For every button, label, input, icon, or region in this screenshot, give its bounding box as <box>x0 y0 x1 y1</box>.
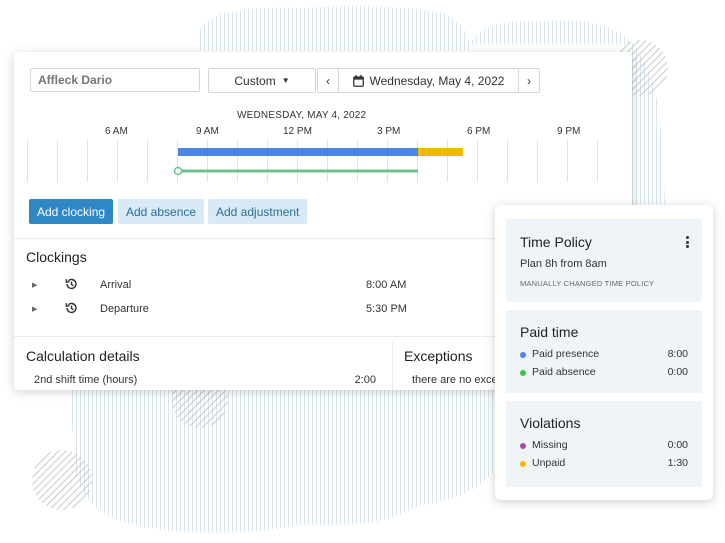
exceptions-text: there are no exce <box>412 374 498 386</box>
add-absence-button[interactable]: Add absence <box>118 199 205 224</box>
legend-dot <box>520 352 526 358</box>
expand-caret-icon[interactable]: ▶ <box>32 305 37 313</box>
calculation-value: 2:00 <box>354 374 376 386</box>
violation-value: 0:00 <box>667 439 688 451</box>
overtime-bar <box>418 148 463 156</box>
range-select-label: Custom <box>234 73 276 88</box>
clocking-time: 8:00 AM <box>366 279 407 291</box>
calendar-icon <box>352 74 364 87</box>
paid-time-box: Paid time Paid presence 8:00 Paid absenc… <box>506 310 702 393</box>
history-icon[interactable] <box>64 301 78 315</box>
timeline-chart <box>27 140 598 182</box>
prev-day-button[interactable]: ‹ <box>318 69 339 92</box>
paid-time-label: Paid absence <box>532 366 596 378</box>
time-policy-description: Plan 8h from 8am <box>520 258 607 270</box>
time-policy-title: Time Policy <box>520 234 592 250</box>
violation-value: 1:30 <box>667 457 688 469</box>
add-adjustment-button[interactable]: Add adjustment <box>208 199 308 224</box>
paid-time-value: 0:00 <box>667 366 688 378</box>
range-select[interactable]: Custom ▼ <box>208 68 316 93</box>
legend-dot <box>520 461 526 467</box>
violation-row: Missing 0:00 <box>520 439 688 453</box>
calculation-details-title: Calculation details <box>26 348 140 364</box>
date-navigator: ‹ Wednesday, May 4, 2022 › <box>317 68 540 93</box>
legend-dot <box>520 443 526 449</box>
add-clocking-button[interactable]: Add clocking <box>29 199 114 224</box>
history-icon[interactable] <box>64 277 78 291</box>
violation-label: Unpaid <box>532 457 566 469</box>
hour-label: 6 PM <box>467 126 491 137</box>
paid-time-row: Paid absence 0:00 <box>520 366 688 380</box>
expand-caret-icon[interactable]: ▶ <box>32 281 37 289</box>
violations-title: Violations <box>520 415 581 431</box>
employee-search-input[interactable] <box>30 68 200 92</box>
calculation-row: 2nd shift time (hours) 2:00 <box>34 374 376 386</box>
column-divider <box>392 342 393 390</box>
clocking-time: 5:30 PM <box>366 303 407 315</box>
hour-label: 3 PM <box>377 126 401 137</box>
paid-time-value: 8:00 <box>667 348 688 360</box>
more-options-icon[interactable] <box>686 236 690 250</box>
date-picker-button[interactable]: Wednesday, May 4, 2022 <box>339 74 518 88</box>
timeline-date-label: WEDNESDAY, MAY 4, 2022 <box>237 110 367 121</box>
hour-label: 12 PM <box>283 126 312 137</box>
summary-panel: Time Policy Plan 8h from 8am MANUALLY CH… <box>495 205 713 500</box>
legend-dot <box>520 370 526 376</box>
time-policy-note: MANUALLY CHANGED TIME POLICY <box>520 279 655 288</box>
exceptions-title: Exceptions <box>404 348 473 364</box>
caret-down-icon: ▼ <box>281 76 290 85</box>
current-date: Wednesday, May 4, 2022 <box>369 73 505 88</box>
calculation-label: 2nd shift time (hours) <box>34 374 138 386</box>
clocking-name: Arrival <box>100 279 132 291</box>
paid-time-label: Paid presence <box>532 348 600 360</box>
hour-label: 9 PM <box>557 126 581 137</box>
paid-time-title: Paid time <box>520 324 579 340</box>
violation-row: Unpaid 1:30 <box>520 457 688 471</box>
clockings-title: Clockings <box>26 249 87 265</box>
hour-label: 9 AM <box>196 126 219 137</box>
next-day-button[interactable]: › <box>518 69 539 92</box>
time-policy-box: Time Policy Plan 8h from 8am MANUALLY CH… <box>506 219 702 302</box>
clocking-name: Departure <box>100 303 149 315</box>
violations-box: Violations Missing 0:00 Unpaid 1:30 <box>506 401 702 487</box>
scheduled-bar <box>178 148 418 156</box>
arrival-marker <box>173 166 183 176</box>
paid-time-row: Paid presence 8:00 <box>520 348 688 362</box>
violation-label: Missing <box>532 439 568 451</box>
hour-label: 6 AM <box>105 126 128 137</box>
